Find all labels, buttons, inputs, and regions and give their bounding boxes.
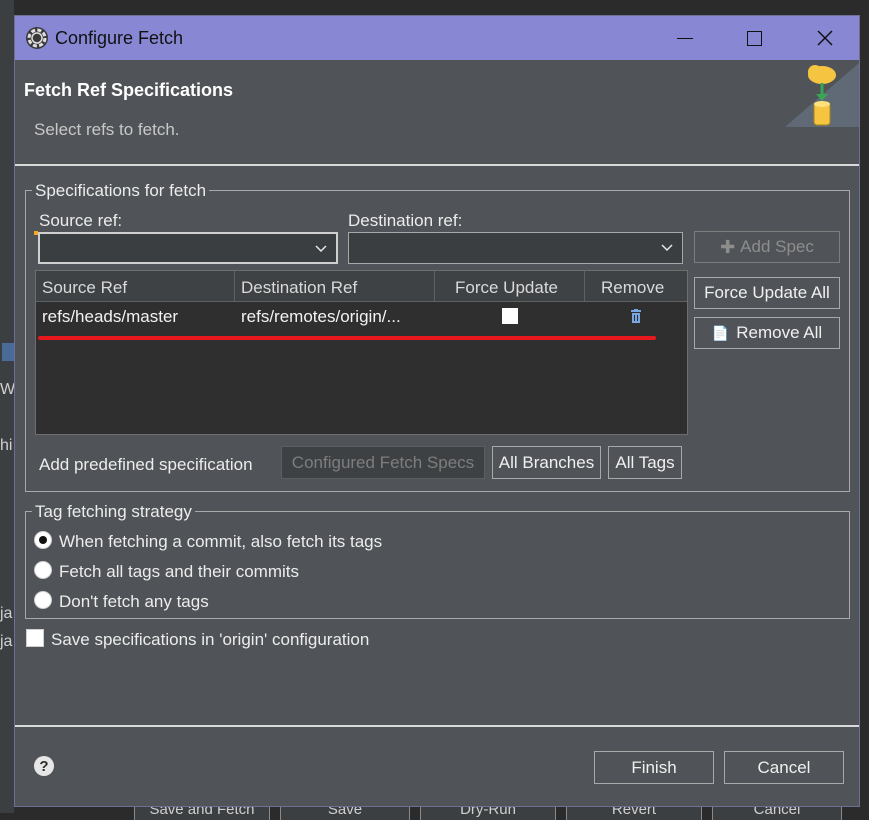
force-update-checkbox[interactable] [502, 308, 518, 324]
save-specifications-checkbox[interactable] [26, 629, 44, 647]
background-text-fragment: ja [0, 605, 13, 622]
close-icon [817, 30, 833, 46]
specifications-group-legend: Specifications for fetch [32, 181, 210, 201]
configure-fetch-dialog: Configure Fetch Fetch Ref Specifications… [14, 15, 860, 807]
radio-fetch-all-tags[interactable] [34, 561, 52, 579]
save-specifications-label[interactable]: Save specifications in 'origin' configur… [51, 630, 369, 650]
background-text-fragment: hi [0, 437, 13, 454]
header-separator [15, 164, 859, 166]
trash-icon[interactable] [629, 309, 643, 324]
row-source-ref: refs/heads/master [42, 307, 179, 326]
all-branches-button[interactable]: All Branches [492, 446, 601, 479]
maximize-button[interactable] [724, 16, 784, 60]
radio-fetch-commit-tags[interactable] [34, 531, 52, 549]
add-spec-button[interactable]: ✚ Add Spec [694, 231, 840, 263]
column-header-destination-ref[interactable]: Destination Ref [235, 271, 435, 302]
red-underline-annotation [38, 336, 656, 340]
chevron-down-icon [306, 234, 336, 264]
page-title: Fetch Ref Specifications [24, 80, 234, 100]
chevron-down-icon [652, 233, 682, 263]
add-spec-label: Add Spec [740, 237, 814, 256]
background-app-strip [0, 0, 14, 813]
plus-icon: ✚ [720, 236, 736, 257]
footer-separator [15, 725, 859, 727]
row-destination-ref: refs/remotes/origin/... [241, 307, 401, 326]
force-update-all-button[interactable]: Force Update All [694, 277, 840, 309]
background-text-fragment: W [0, 381, 16, 398]
destination-ref-combo[interactable] [348, 232, 683, 264]
window-title: Configure Fetch [55, 28, 184, 48]
column-header-source-ref[interactable]: Source Ref [36, 271, 235, 302]
radio-fetch-all-tags-label[interactable]: Fetch all tags and their commits [59, 562, 299, 582]
remove-all-label: Remove All [736, 323, 823, 342]
title-bar: Configure Fetch [15, 16, 859, 60]
cancel-button[interactable]: Cancel [724, 751, 844, 784]
tag-strategy-group-legend: Tag fetching strategy [32, 502, 195, 522]
configured-fetch-specs-button[interactable]: Configured Fetch Specs [281, 446, 485, 479]
remove-all-icon: 📄 [711, 324, 730, 341]
maximize-icon [746, 30, 762, 46]
close-button[interactable] [795, 16, 855, 60]
all-tags-button[interactable]: All Tags [608, 446, 682, 479]
eclipse-gear-icon [24, 25, 50, 51]
background-text-fragment: ja [0, 633, 13, 650]
finish-button[interactable]: Finish [594, 751, 714, 784]
column-header-remove[interactable]: Remove [585, 271, 687, 302]
fetch-spec-table: Source Ref Destination Ref Force Update … [35, 270, 688, 435]
radio-no-tags-label[interactable]: Don't fetch any tags [59, 592, 209, 612]
source-ref-combo[interactable] [38, 232, 338, 264]
source-ref-label: Source ref: [39, 211, 123, 230]
fetch-wizard-icon [785, 61, 859, 127]
radio-no-tags[interactable] [34, 591, 52, 609]
help-icon[interactable]: ? [34, 756, 54, 776]
destination-ref-label: Destination ref: [348, 211, 463, 230]
minimize-button[interactable] [655, 16, 715, 60]
page-subtitle: Select refs to fetch. [34, 120, 180, 139]
minimize-icon [677, 37, 693, 39]
predefined-spec-label: Add predefined specification [39, 455, 253, 474]
background-app-icon [2, 343, 14, 361]
column-header-force-update[interactable]: Force Update [435, 271, 585, 302]
remove-all-button[interactable]: 📄 Remove All [694, 317, 840, 349]
radio-fetch-commit-tags-label[interactable]: When fetching a commit, also fetch its t… [59, 532, 382, 552]
